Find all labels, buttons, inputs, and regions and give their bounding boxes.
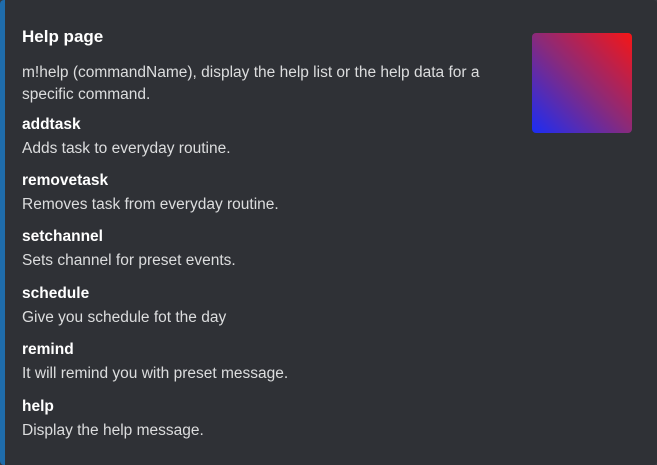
field-addtask: addtask Adds task to everyday routine. (22, 114, 502, 160)
embed-accent-bar (0, 0, 5, 465)
embed-thumbnail[interactable] (532, 33, 632, 133)
field-name: schedule (22, 285, 90, 302)
field-name: removetask (22, 172, 109, 189)
field-value: Adds task to everyday routine. (22, 140, 231, 157)
field-name: setchannel (22, 228, 103, 245)
field-value: Sets channel for preset events. (22, 252, 236, 269)
field-name: remind (22, 341, 74, 358)
help-embed: Help page m!help (commandName), display … (0, 0, 657, 465)
field-schedule: schedule Give you schedule fot the day (22, 283, 502, 329)
field-setchannel: setchannel Sets channel for preset event… (22, 226, 502, 272)
field-value: Give you schedule fot the day (22, 309, 227, 326)
field-value: Removes task from everyday routine. (22, 196, 279, 213)
field-name: help (22, 398, 54, 415)
embed-title: Help page (22, 27, 104, 46)
field-removetask: removetask Removes task from everyday ro… (22, 170, 502, 216)
embed-description: m!help (commandName), display the help l… (22, 64, 480, 103)
field-value: Display the help message. (22, 422, 204, 439)
field-help: help Display the help message. (22, 396, 502, 442)
field-remind: remind It will remind you with preset me… (22, 339, 502, 385)
field-name: addtask (22, 116, 81, 133)
field-value: It will remind you with preset message. (22, 365, 289, 382)
